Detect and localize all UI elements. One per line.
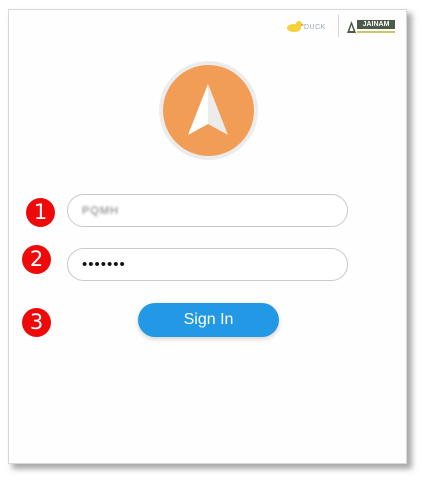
jainam-icon xyxy=(347,21,356,33)
brand-divider xyxy=(338,15,339,37)
app-logo xyxy=(159,61,258,160)
step-badge-2: 2 xyxy=(22,245,51,274)
jainam-brand-logo: JAINAM xyxy=(346,20,396,40)
screen: DUCK JAINAM 1 2 3 PQMH ••••••• Sign In xyxy=(0,0,425,482)
paper-plane-icon xyxy=(188,84,228,135)
username-input[interactable]: PQMH xyxy=(67,194,348,227)
sign-in-button[interactable]: Sign In xyxy=(138,303,279,337)
duck-brand-logo: DUCK xyxy=(285,17,335,37)
jainam-brand-text: JAINAM xyxy=(357,20,395,29)
step-badge-1: 1 xyxy=(26,198,55,227)
password-input[interactable]: ••••••• xyxy=(67,248,348,281)
duck-brand-text: DUCK xyxy=(304,24,326,31)
duck-icon xyxy=(287,21,305,32)
step-badge-3: 3 xyxy=(22,308,51,337)
username-value: PQMH xyxy=(82,205,119,217)
jainam-brand-underline xyxy=(357,31,395,33)
password-value: ••••••• xyxy=(82,256,126,273)
